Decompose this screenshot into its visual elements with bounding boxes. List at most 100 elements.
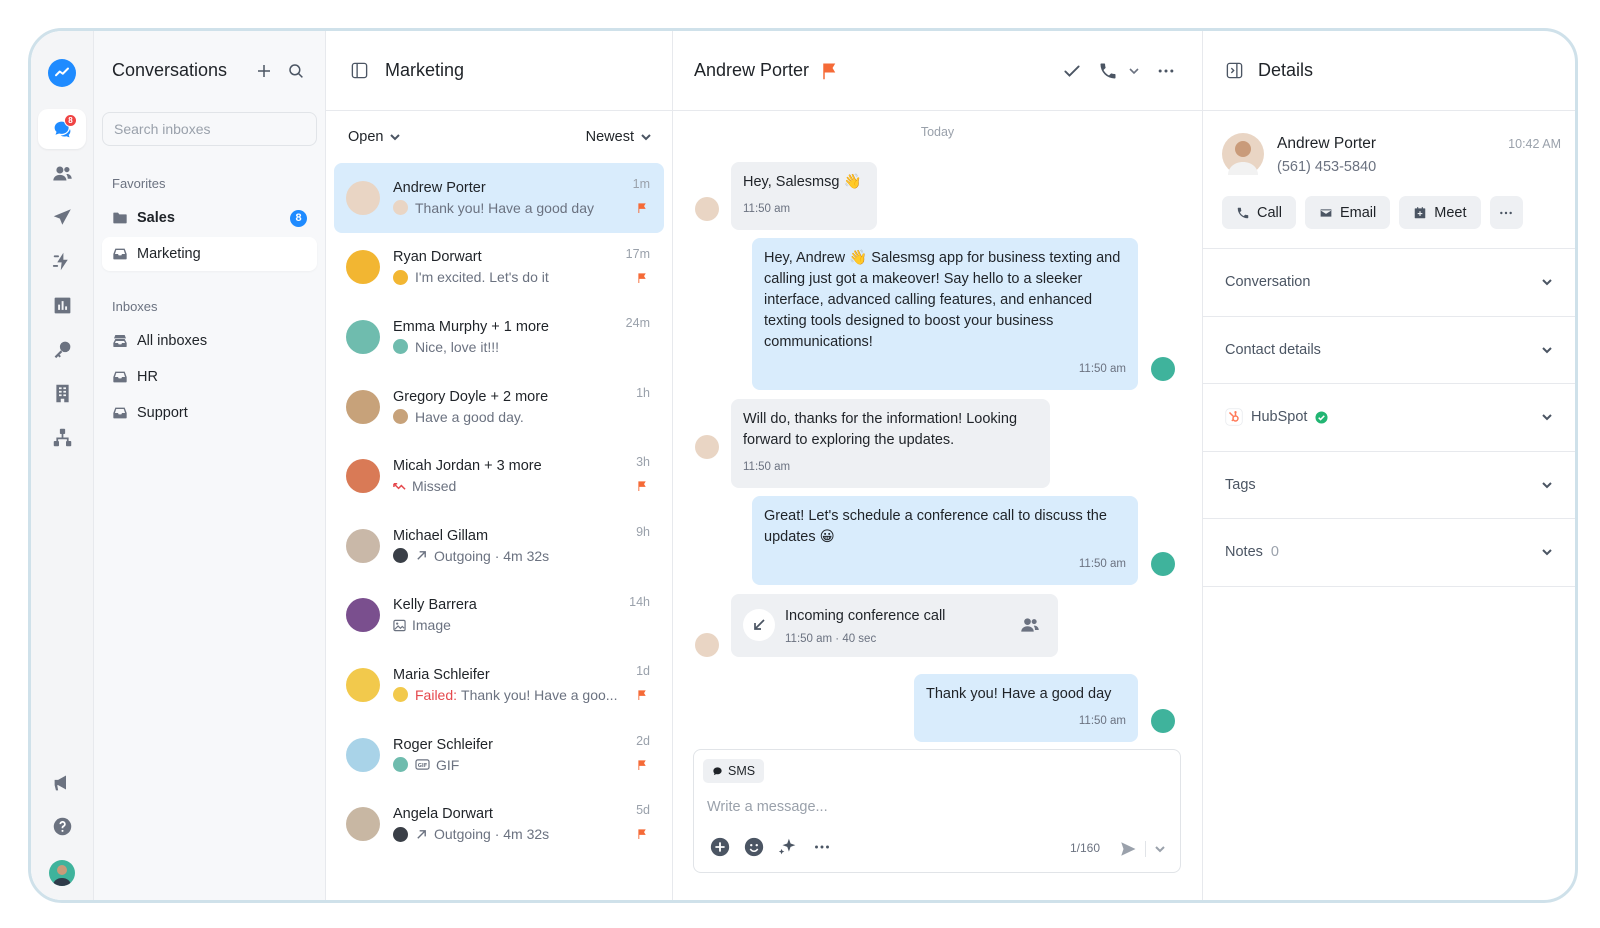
conversation-list: Marketing Open Newest Andrew Porter Thank… [326, 31, 673, 900]
chevron-down-icon[interactable] [1154, 843, 1166, 855]
conversation-preview: Thank you! Have a goo... [461, 686, 618, 703]
flag-icon[interactable] [637, 479, 648, 496]
send-icon[interactable] [1119, 840, 1137, 858]
nav-rail: 8 [31, 31, 94, 900]
sidebar-item-sales[interactable]: Sales 8 [102, 201, 317, 235]
sidebar-item-support[interactable]: Support [102, 396, 317, 430]
conversation-row[interactable]: Emma Murphy + 1 more Nice, love it!!! 24m [334, 302, 664, 372]
sidebar-item-marketing[interactable]: Marketing [102, 237, 317, 271]
search-inboxes-input[interactable]: Search inboxes [102, 112, 317, 146]
rail-automations[interactable] [38, 241, 86, 281]
help-icon [53, 817, 71, 835]
message-time: 11:50 am [743, 461, 791, 473]
flag-icon[interactable] [821, 62, 839, 80]
more-icon[interactable] [1156, 61, 1176, 81]
meet-button-label: Meet [1434, 204, 1467, 221]
conversation-row[interactable]: Angela Dorwart Outgoing · 4m 32s 5d [334, 789, 664, 859]
more-icon[interactable] [811, 836, 833, 858]
contact-avatar [1222, 133, 1264, 175]
sidebar-toggle-icon[interactable] [350, 61, 369, 80]
section-hubspot[interactable]: HubSpot [1203, 384, 1575, 452]
conversation-row[interactable]: Roger Schleifer GIF GIF 2d [334, 720, 664, 790]
rail-keywords[interactable] [38, 329, 86, 369]
call-meta: 11:50 am · 40 sec [785, 633, 877, 645]
meet-button[interactable]: Meet [1399, 196, 1481, 229]
call-button[interactable]: Call [1222, 196, 1296, 229]
conversation-avatar [346, 389, 380, 424]
more-icon [1500, 211, 1512, 214]
phone-icon[interactable] [1098, 61, 1118, 81]
more-actions-button[interactable] [1489, 196, 1523, 229]
search-icon[interactable] [287, 62, 305, 80]
conversation-row[interactable]: Maria Schleifer Failed: Thank you! Have a … [334, 650, 664, 720]
inbox-icon [113, 407, 127, 419]
message-composer: SMS Write a message... 1/160 [693, 749, 1181, 873]
rail-contacts[interactable] [38, 153, 86, 193]
email-button[interactable]: Email [1304, 196, 1391, 229]
section-conversation[interactable]: Conversation [1203, 249, 1575, 317]
conversation-avatar [346, 598, 380, 633]
conversation-row[interactable]: Ryan Dorwart I'm excited. Let's do it 17m [334, 233, 664, 303]
sort-dropdown[interactable]: Newest [586, 129, 652, 145]
salesmsg-logo-icon[interactable] [48, 59, 76, 87]
conversation-avatar [346, 807, 380, 842]
channel-selector[interactable]: SMS [703, 759, 765, 783]
conversation-row[interactable]: Kelly Barrera Image 14h [334, 581, 664, 651]
conversation-name: Roger Schleifer [393, 736, 493, 753]
contacts-icon [52, 166, 72, 180]
user-avatar[interactable] [49, 860, 75, 886]
panel-toggle-icon[interactable] [1225, 61, 1244, 80]
conversation-time: 1m [632, 177, 650, 191]
conversation-row[interactable]: Michael Gillam Outgoing · 4m 32s 9h [334, 511, 664, 581]
app-window: 8 Conversations Search inboxes Favorites [28, 28, 1578, 903]
conversation-row[interactable]: Micah Jordan + 3 more Missed 3h [334, 441, 664, 511]
chat-bubble-icon [713, 766, 722, 775]
message-input[interactable]: Write a message... [707, 799, 828, 815]
rail-organization[interactable] [38, 373, 86, 413]
conversation-time: 3h [636, 455, 650, 470]
sidebar-item-all-inboxes[interactable]: All inboxes [102, 324, 317, 358]
contact-avatar [695, 435, 719, 459]
conversation-name: Kelly Barrera [393, 597, 477, 614]
rail-help[interactable] [38, 806, 86, 846]
rail-campaigns[interactable] [38, 197, 86, 237]
rail-analytics[interactable] [38, 285, 86, 325]
conversation-avatar [346, 459, 380, 494]
flag-icon[interactable] [637, 758, 648, 775]
keyword-icon [54, 341, 70, 358]
call-log-bubble[interactable]: Incoming conference call 11:50 am · 40 s… [731, 594, 1058, 657]
ai-sparkle-icon[interactable] [777, 836, 799, 858]
conversation-time: 14h [629, 594, 650, 609]
message-text: Thank you! Have a good day [926, 686, 1112, 702]
inbox-icon [113, 248, 127, 260]
emoji-icon[interactable] [743, 836, 765, 858]
sidebar-item-hr[interactable]: HR [102, 360, 317, 394]
flag-icon[interactable] [637, 201, 648, 218]
section-tags[interactable]: Tags [1203, 452, 1575, 519]
status-filter-dropdown[interactable]: Open [348, 129, 401, 145]
conversation-row[interactable]: Gregory Doyle + 2 more Have a good day. 1h [334, 372, 664, 442]
inbox-sidebar: Conversations Search inboxes Favorites S… [94, 31, 326, 900]
chat-panel: Andrew Porter Today Hey, Salesmsg 👋 11:5… [673, 31, 1203, 900]
rail-integrations[interactable] [38, 417, 86, 457]
flag-icon[interactable] [637, 271, 648, 288]
add-icon[interactable] [709, 836, 731, 858]
flag-icon[interactable] [637, 688, 648, 705]
automations-icon [52, 252, 68, 270]
check-icon[interactable] [1062, 61, 1082, 81]
plus-icon[interactable] [255, 62, 273, 80]
flag-icon[interactable] [637, 827, 648, 844]
sidebar-item-label: All inboxes [137, 333, 208, 349]
conversation-preview: Nice, love it!!! [415, 338, 500, 355]
chevron-down-icon[interactable] [1128, 65, 1140, 77]
conversation-row[interactable]: Andrew Porter Thank you! Have a good day 1… [334, 163, 664, 233]
message-text: Great! Let's schedule a conference call … [764, 508, 1107, 545]
rail-conversations[interactable]: 8 [38, 109, 86, 149]
details-title: Details [1258, 60, 1314, 80]
conversation-time: 24m [625, 316, 650, 331]
rail-announcements[interactable] [38, 762, 86, 802]
section-contact-details[interactable]: Contact details [1203, 317, 1575, 384]
sidebar-item-label: Support [137, 405, 188, 421]
section-notes[interactable]: Notes 0 [1203, 519, 1575, 587]
email-button-label: Email [1339, 204, 1377, 221]
